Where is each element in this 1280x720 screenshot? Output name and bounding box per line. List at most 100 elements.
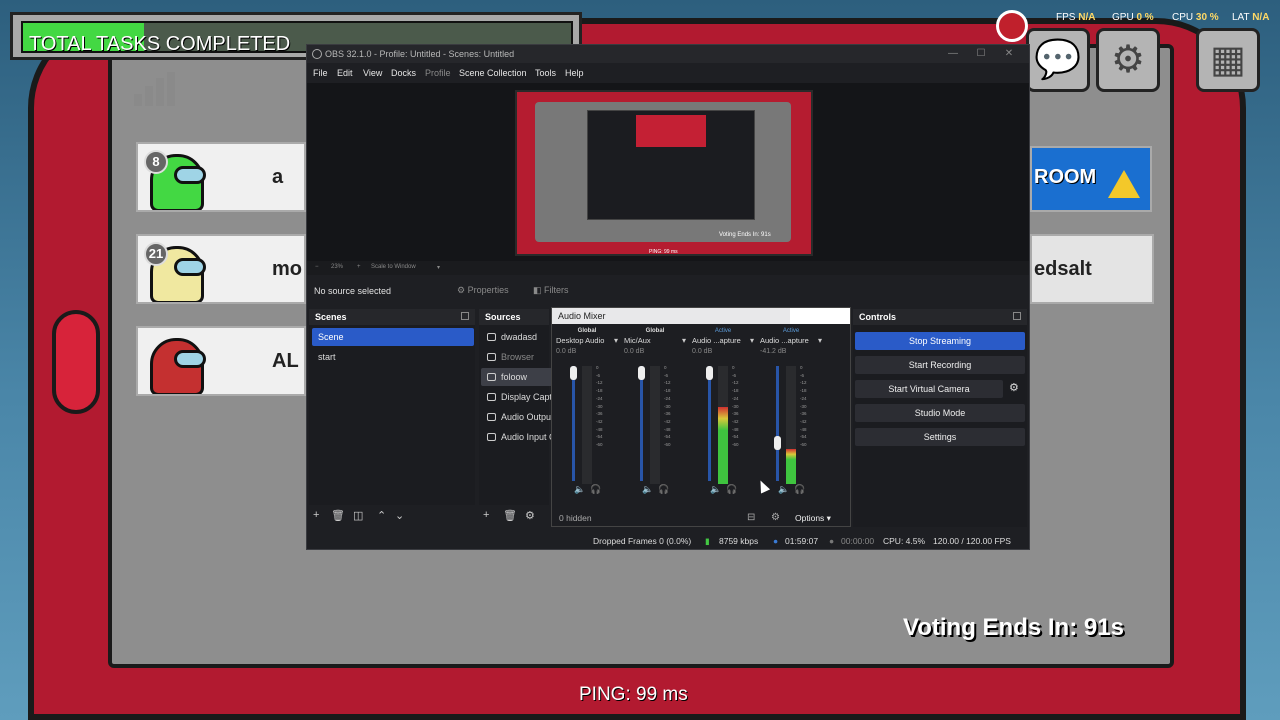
volume-fader-track[interactable]: [640, 366, 643, 481]
headphones-icon[interactable]: 🎧: [590, 484, 601, 495]
headphones-icon[interactable]: 🎧: [658, 484, 669, 495]
channel-name[interactable]: Mic/Aux ▾: [624, 336, 688, 345]
fps-stat: FPS N/A: [1056, 12, 1096, 23]
stop-streaming-button[interactable]: Stop Streaming: [855, 332, 1025, 350]
menu-help[interactable]: Help: [565, 68, 584, 78]
menu-profile[interactable]: Profile: [425, 68, 451, 78]
globe-icon: [487, 333, 496, 341]
mute-speaker-icon[interactable]: 🔈: [642, 484, 653, 495]
volume-fader-knob[interactable]: [638, 366, 645, 380]
meter-scale: 0 -6 -12 -18 -24 -30 -36 -42 -48 -54 -60: [596, 364, 603, 449]
options-button[interactable]: Options ▾: [795, 513, 831, 524]
program-preview[interactable]: Voting Ends In: 91s PING: 99 ms: [515, 90, 813, 256]
player-card-right[interactable]: edsalt: [1030, 234, 1154, 304]
channel-name[interactable]: Audio ...apture ▾: [692, 336, 756, 345]
move-down-button[interactable]: ⌄: [395, 509, 404, 522]
source-item[interactable]: foloow: [481, 368, 553, 386]
source-toolbar: No source selected ⚙ Properties ◧ Filter…: [307, 281, 1029, 301]
meter-tick-label: -30: [800, 403, 807, 409]
player-card[interactable]: 21 mo: [136, 234, 306, 304]
zoom-dropdown-icon[interactable]: ▾: [437, 264, 440, 271]
crewmate-visor: [174, 166, 206, 184]
headphones-icon[interactable]: 🎧: [726, 484, 737, 495]
source-item[interactable]: Audio Input C: [481, 428, 553, 446]
menu-tools[interactable]: Tools: [535, 68, 556, 78]
channel-name[interactable]: Desktop Audio ▾: [556, 336, 620, 345]
add-source-button[interactable]: +: [483, 509, 489, 521]
chat-button[interactable]: 💬: [1026, 28, 1090, 92]
zoom-mode[interactable]: Scale to Window: [371, 264, 416, 270]
preview-area[interactable]: Voting Ends In: 91s PING: 99 ms: [307, 83, 1029, 261]
volume-fader-track[interactable]: [572, 366, 575, 481]
scene-item[interactable]: start: [312, 348, 474, 366]
studio-mode-button[interactable]: Studio Mode: [855, 404, 1025, 422]
move-up-button[interactable]: ⌃: [377, 509, 386, 522]
player-card-right[interactable]: ROOM: [1030, 146, 1152, 212]
chevron-down-icon[interactable]: ▾: [818, 336, 822, 345]
channel-name[interactable]: Audio ...apture ▾: [760, 336, 824, 345]
mixer-settings-icon[interactable]: ⚙: [771, 512, 780, 523]
menu-edit[interactable]: Edit: [337, 68, 353, 78]
mute-speaker-icon[interactable]: 🔈: [778, 484, 789, 495]
signal-bars-icon: [134, 72, 175, 106]
source-item[interactable]: dwadasd: [481, 328, 553, 346]
minimize-icon[interactable]: —: [939, 45, 967, 63]
virtual-camera-settings-icon[interactable]: ⚙: [1009, 381, 1019, 394]
add-scene-button[interactable]: +: [313, 509, 319, 521]
headphones-icon[interactable]: 🎧: [794, 484, 805, 495]
volume-fader-knob[interactable]: [570, 366, 577, 380]
properties-button[interactable]: ⚙ Properties: [457, 285, 509, 296]
mixer-layout-icon[interactable]: ⊟: [747, 512, 755, 523]
chevron-down-icon[interactable]: ▾: [614, 336, 618, 345]
settings-button[interactable]: Settings: [855, 428, 1025, 446]
menu-file[interactable]: File: [313, 68, 328, 78]
close-icon[interactable]: ✕: [995, 45, 1023, 63]
player-name: ROOM: [1034, 166, 1097, 188]
menu-scene-collection[interactable]: Scene Collection: [459, 68, 527, 78]
meter-tick-label: -24: [800, 395, 807, 401]
source-item[interactable]: Display Captu: [481, 388, 553, 406]
menu-bar: File Edit View Docks Profile Scene Colle…: [307, 63, 1029, 83]
source-settings-button[interactable]: ⚙: [525, 509, 535, 522]
channel-status: Global: [645, 328, 665, 334]
volume-fader-knob[interactable]: [706, 366, 713, 380]
meter-tick-label: -30: [596, 403, 603, 409]
zoom-out-icon[interactable]: −: [315, 264, 319, 270]
menu-docks[interactable]: Docks: [391, 68, 416, 78]
meter-tick-label: -18: [800, 388, 807, 394]
zoom-in-icon[interactable]: +: [357, 264, 361, 270]
source-item[interactable]: Browser: [481, 348, 553, 366]
meter-tick-label: -54: [800, 434, 807, 440]
chevron-down-icon[interactable]: ▾: [750, 336, 754, 345]
chevron-down-icon[interactable]: ▾: [682, 336, 686, 345]
player-card[interactable]: AL: [136, 326, 306, 396]
volume-fader-knob[interactable]: [774, 436, 781, 450]
start-recording-button[interactable]: Start Recording: [855, 356, 1025, 374]
filters-button[interactable]: ◧ Filters: [533, 285, 569, 296]
record-status-icon: ●: [829, 536, 835, 546]
mute-speaker-icon[interactable]: 🔈: [574, 484, 585, 495]
undock-icon[interactable]: [1013, 312, 1021, 320]
mute-speaker-icon[interactable]: 🔈: [710, 484, 721, 495]
scene-item[interactable]: Scene: [312, 328, 474, 346]
volume-fader-track[interactable]: [776, 366, 779, 481]
volume-fader-track[interactable]: [708, 366, 711, 481]
player-level-badge: 8: [144, 150, 168, 174]
scene-filters-button[interactable]: ◫: [353, 509, 363, 522]
maximize-icon[interactable]: ☐: [967, 45, 995, 63]
window-title: OBS 32.1.0 - Profile: Untitled - Scenes:…: [325, 49, 515, 59]
map-button[interactable]: ▦: [1196, 28, 1260, 92]
remove-scene-button[interactable]: 🗑: [331, 509, 345, 522]
player-level-badge: 21: [144, 242, 168, 266]
menu-view[interactable]: View: [363, 68, 382, 78]
connection-bars-icon: ▮: [705, 536, 710, 546]
source-item[interactable]: Audio Output: [481, 408, 553, 426]
undock-icon[interactable]: [461, 312, 469, 320]
settings-button[interactable]: ⚙: [1096, 28, 1160, 92]
start-virtual-camera-button[interactable]: Start Virtual Camera: [855, 380, 1003, 398]
meter-tick-label: -12: [800, 380, 807, 386]
remove-source-button[interactable]: 🗑: [503, 509, 517, 522]
tasks-label: TOTAL TASKS COMPLETED: [29, 33, 291, 55]
player-card[interactable]: 8 a: [136, 142, 306, 212]
meter-tick-label: -18: [664, 388, 671, 394]
